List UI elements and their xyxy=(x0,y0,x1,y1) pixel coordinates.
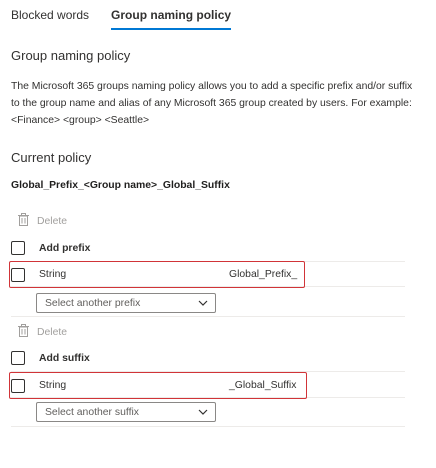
chevron-down-icon xyxy=(197,406,209,421)
highlight-box xyxy=(9,372,307,399)
tab-blocked-words[interactable]: Blocked words xyxy=(11,8,89,32)
trash-icon xyxy=(18,213,37,229)
add-suffix-label: Add suffix xyxy=(39,352,90,364)
delete-suffix-button[interactable]: Delete xyxy=(18,324,67,340)
tab-group-naming-policy[interactable]: Group naming policy xyxy=(111,8,232,32)
add-suffix-row: Add suffix xyxy=(11,351,90,365)
page-title: Group naming policy xyxy=(11,48,131,63)
add-prefix-label: Add prefix xyxy=(39,242,91,254)
add-suffix-checkbox[interactable] xyxy=(11,351,25,365)
delete-prefix-button[interactable]: Delete xyxy=(18,213,67,229)
tab-bar: Blocked words Group naming policy xyxy=(11,8,253,32)
divider xyxy=(11,316,405,317)
add-prefix-checkbox[interactable] xyxy=(11,241,25,255)
select-prefix-text: Select another prefix xyxy=(45,297,141,309)
select-another-suffix-dropdown[interactable]: Select another suffix xyxy=(36,402,216,422)
delete-suffix-label: Delete xyxy=(37,326,68,338)
policy-description: The Microsoft 365 groups naming policy a… xyxy=(11,81,413,126)
divider xyxy=(11,426,405,427)
select-another-prefix-dropdown[interactable]: Select another prefix xyxy=(36,293,216,313)
chevron-down-icon xyxy=(197,297,209,312)
select-suffix-text: Select another suffix xyxy=(45,406,139,418)
highlight-box xyxy=(9,261,305,288)
current-policy-heading: Current policy xyxy=(11,150,92,165)
add-prefix-row: Add prefix xyxy=(11,241,90,255)
trash-icon xyxy=(18,324,37,340)
policy-preview: Global_Prefix_<Group name>_Global_Suffix xyxy=(11,180,230,191)
delete-prefix-label: Delete xyxy=(37,215,68,227)
